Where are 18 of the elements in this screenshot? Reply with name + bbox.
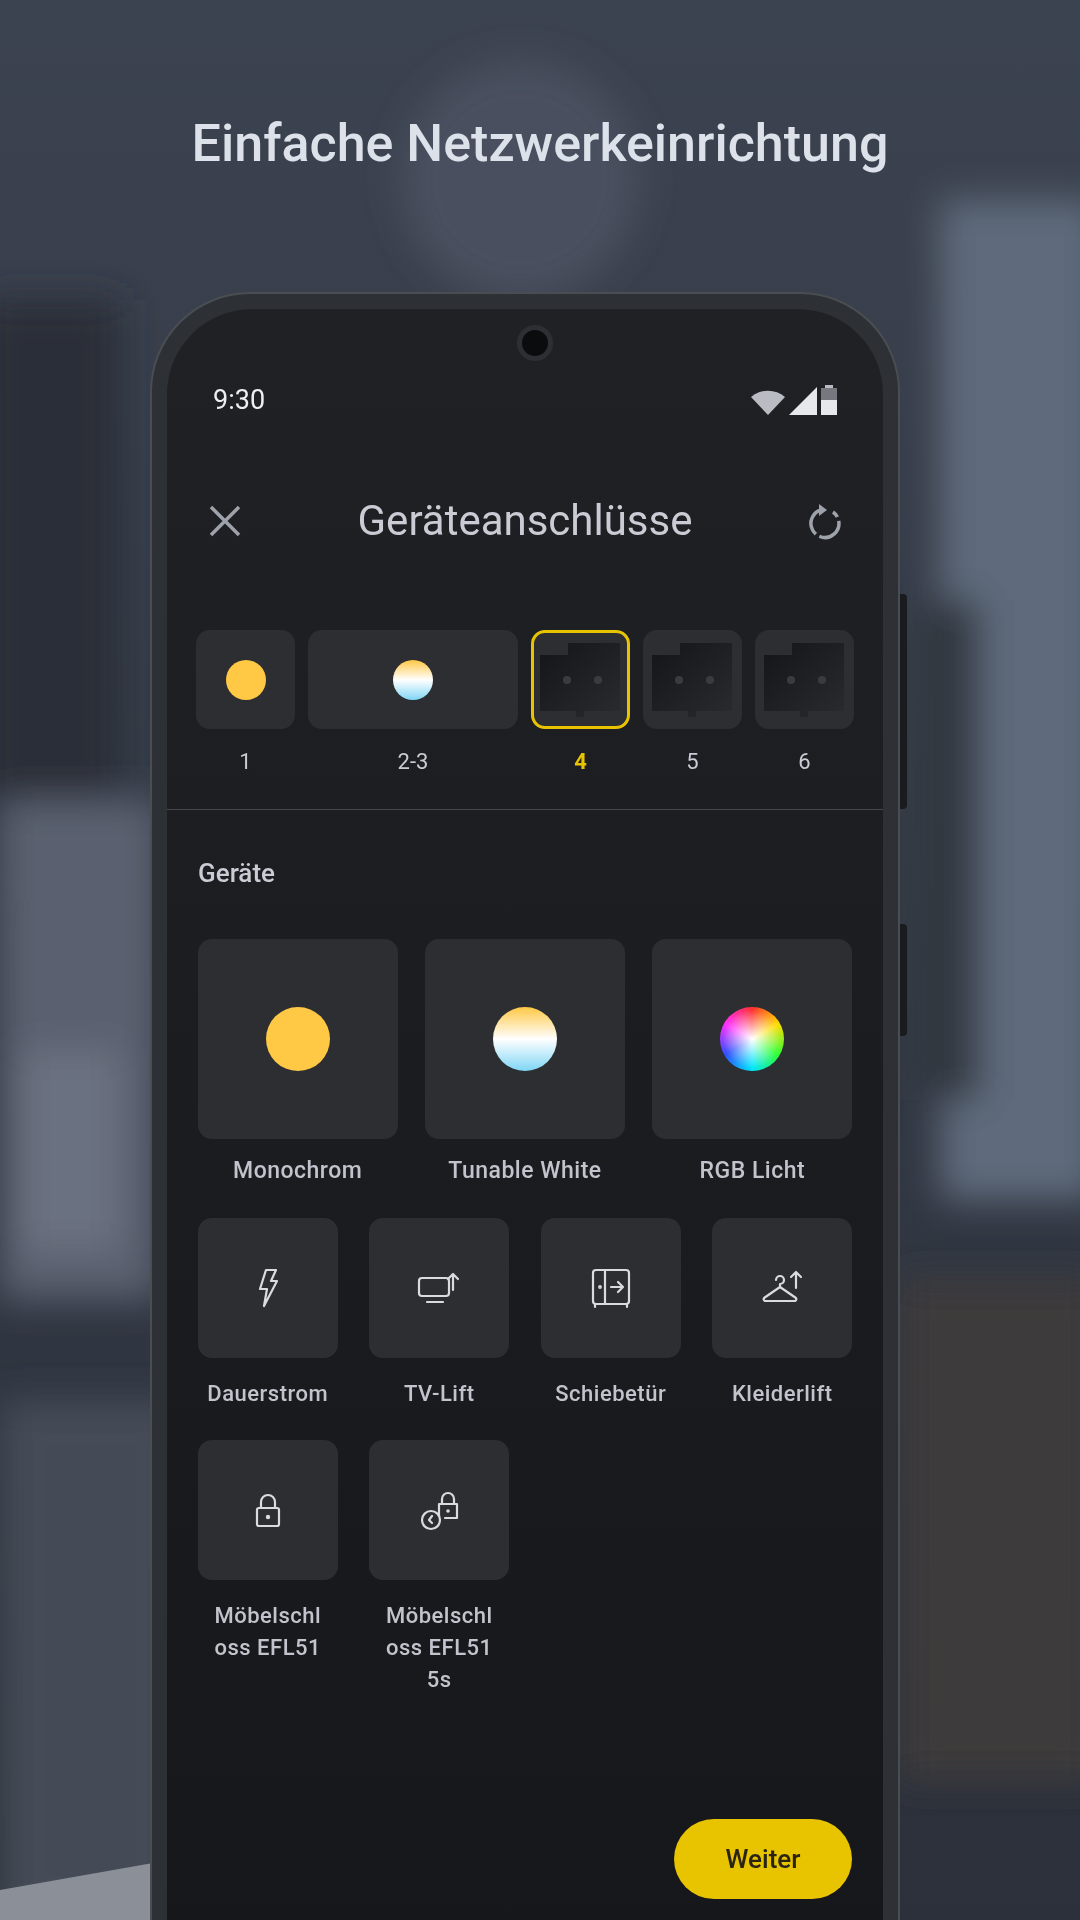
device-label: Dauerstrom bbox=[207, 1380, 329, 1408]
device-label: Möbelschloss EFL51 bbox=[213, 1602, 323, 1662]
channel-label: 5 bbox=[686, 751, 699, 773]
channel-label: 1 bbox=[239, 751, 252, 773]
continue-button[interactable]: Weiter bbox=[674, 1819, 852, 1899]
status-time: 9:30 bbox=[213, 382, 266, 418]
device-label: Kleiderlift bbox=[731, 1380, 833, 1408]
channel-label: 6 bbox=[798, 751, 811, 773]
device-label: TV-Lift bbox=[404, 1380, 475, 1408]
screen-title: Geräteanschlüsse bbox=[357, 500, 693, 542]
device-label: Schiebetür bbox=[555, 1380, 667, 1408]
device-label: Möbelschloss EFL51 5s bbox=[384, 1602, 494, 1694]
channel-label: 4 bbox=[574, 751, 587, 773]
device-label: Tunable White bbox=[448, 1159, 602, 1182]
device-label: Monochrom bbox=[233, 1159, 363, 1182]
device-label: RGB Licht bbox=[699, 1159, 806, 1182]
channel-label: 2-3 bbox=[397, 751, 429, 773]
section-title: Geräte bbox=[198, 857, 276, 890]
